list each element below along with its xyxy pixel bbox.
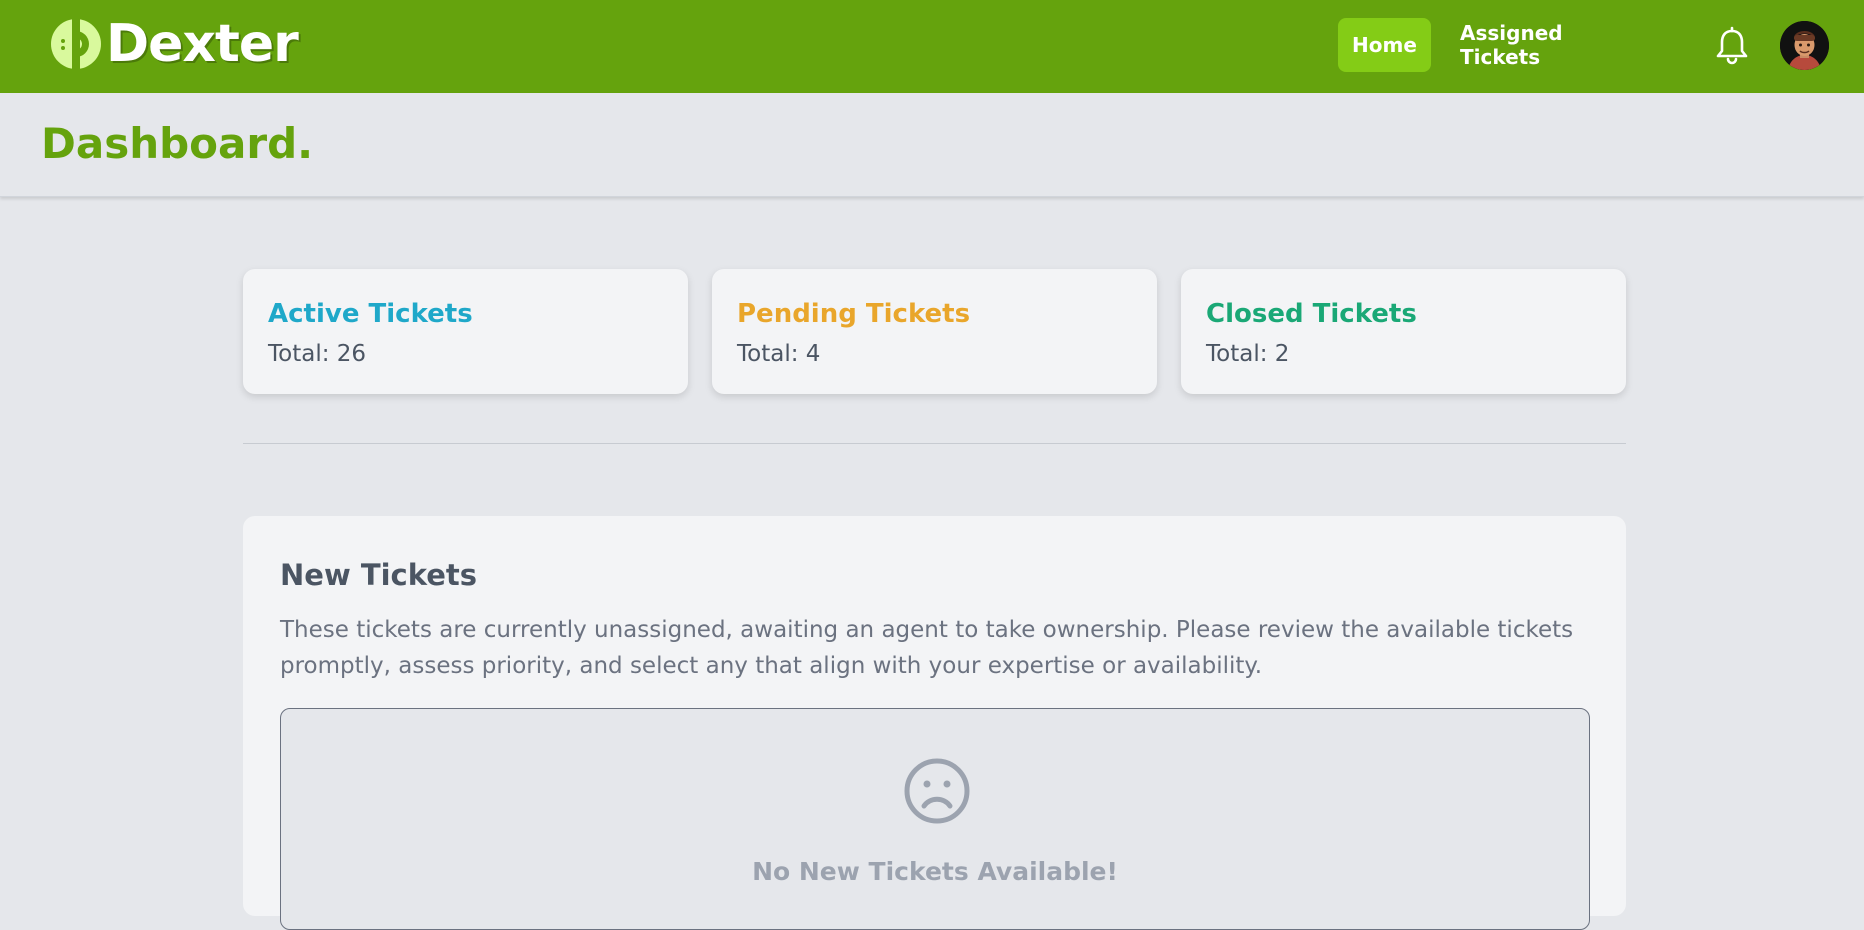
empty-state: No New Tickets Available! [280,708,1590,930]
logo-icon [51,19,101,69]
stat-total: Total: 4 [737,341,821,367]
active-tickets-card[interactable]: Active Tickets Total: 26 [243,269,688,394]
top-navbar: Dexter Home Assigned Tickets [0,0,1864,93]
stat-total: Total: 26 [268,341,367,367]
bell-icon[interactable] [1714,26,1750,66]
closed-tickets-card[interactable]: Closed Tickets Total: 2 [1181,269,1626,394]
divider [243,443,1626,444]
nav-assigned-tickets-link[interactable]: Assigned Tickets [1460,18,1642,72]
page-title: Dashboard. [41,119,314,168]
nav-home-button[interactable]: Home [1338,18,1431,72]
pending-tickets-card[interactable]: Pending Tickets Total: 4 [712,269,1157,394]
panel-title: New Tickets [280,558,478,592]
empty-message: No New Tickets Available! [752,857,1118,886]
brand-name: Dexter [106,14,299,74]
stat-title: Pending Tickets [737,299,971,329]
panel-description: These tickets are currently unassigned, … [280,617,1574,679]
avatar-image [1780,21,1829,70]
avatar[interactable] [1780,21,1829,70]
page-header: Dashboard. [0,93,1864,197]
stat-total: Total: 2 [1206,341,1290,367]
new-tickets-panel: New Tickets These tickets are currently … [243,516,1626,930]
sad-face-icon [904,758,970,824]
brand-logo[interactable]: Dexter [48,14,299,74]
stat-title: Closed Tickets [1206,299,1417,329]
stat-title: Active Tickets [268,299,473,329]
